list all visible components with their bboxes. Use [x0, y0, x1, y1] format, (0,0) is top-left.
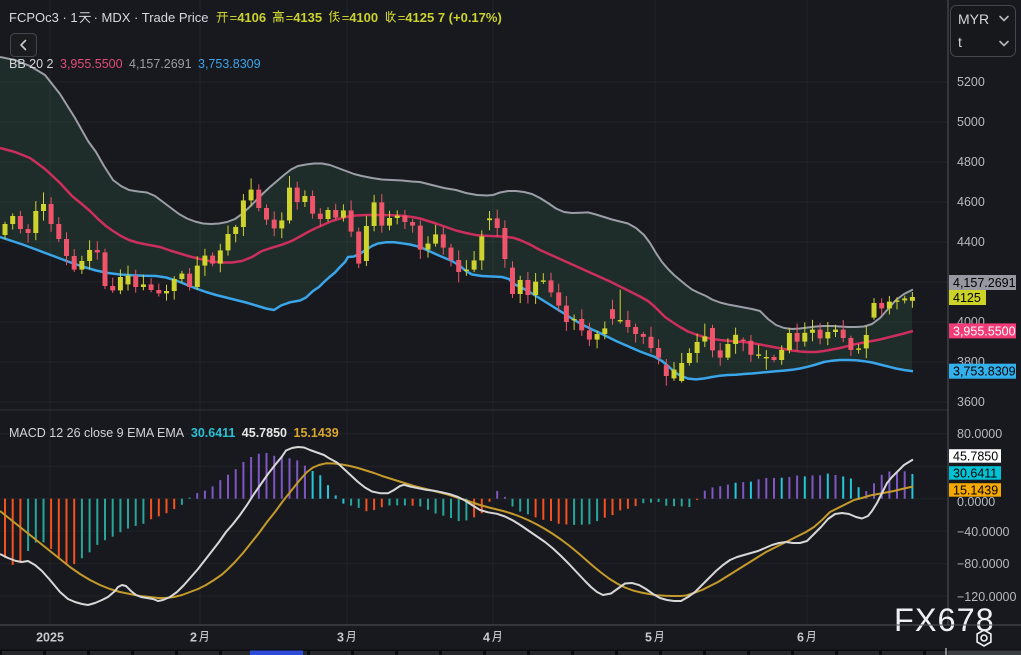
svg-text:· MDX · Trade Price: · MDX · Trade Price — [94, 10, 209, 25]
svg-text:MACD 12 26 close 9 EMA EMA: MACD 12 26 close 9 EMA EMA — [9, 426, 185, 440]
svg-text:BB 20 2: BB 20 2 — [9, 57, 54, 71]
svg-text:2025: 2025 — [36, 631, 64, 645]
svg-text:3600: 3600 — [957, 395, 985, 409]
svg-text:30.6411: 30.6411 — [953, 467, 997, 481]
svg-text:3,753.8309: 3,753.8309 — [953, 365, 1016, 379]
svg-text:=: = — [398, 10, 406, 25]
svg-text:2: 2 — [190, 631, 197, 645]
svg-text:4135: 4135 — [293, 10, 322, 25]
svg-text:3,753.8309: 3,753.8309 — [198, 57, 261, 71]
svg-text:−40.0000: −40.0000 — [957, 525, 1010, 539]
svg-text:4,157.2691: 4,157.2691 — [953, 276, 1016, 290]
svg-text:=: = — [230, 10, 238, 25]
svg-text:45.7850: 45.7850 — [953, 450, 998, 464]
svg-text:4400: 4400 — [957, 235, 985, 249]
svg-text:−80.0000: −80.0000 — [957, 557, 1010, 571]
svg-text:4125 7 (+0.17%): 4125 7 (+0.17%) — [405, 10, 501, 25]
svg-text:5: 5 — [645, 631, 652, 645]
svg-text:4,157.2691: 4,157.2691 — [129, 57, 192, 71]
svg-text:5000: 5000 — [957, 115, 985, 129]
svg-text:4100: 4100 — [349, 10, 378, 25]
svg-text:45.7850: 45.7850 — [242, 426, 287, 440]
svg-text:MYR: MYR — [958, 11, 989, 27]
svg-text:=: = — [342, 10, 350, 25]
svg-text:3,955.5500: 3,955.5500 — [953, 324, 1016, 338]
svg-text:3,955.5500: 3,955.5500 — [60, 57, 123, 71]
svg-text:80.0000: 80.0000 — [957, 427, 1002, 441]
svg-text:4: 4 — [483, 631, 490, 645]
svg-text:15.1439: 15.1439 — [294, 426, 339, 440]
svg-text:15.1439: 15.1439 — [953, 484, 998, 498]
svg-text:=: = — [286, 10, 294, 25]
svg-text:6: 6 — [797, 631, 804, 645]
svg-text:4125: 4125 — [953, 291, 981, 305]
svg-text:3: 3 — [337, 631, 344, 645]
svg-text:5200: 5200 — [957, 75, 985, 89]
svg-text:30.6411: 30.6411 — [191, 426, 236, 440]
svg-text:4600: 4600 — [957, 195, 985, 209]
svg-text:4106: 4106 — [237, 10, 266, 25]
svg-text:t: t — [958, 34, 962, 50]
svg-text:4800: 4800 — [957, 155, 985, 169]
svg-text:FCPOc3 · 1: FCPOc3 · 1 — [9, 10, 78, 25]
